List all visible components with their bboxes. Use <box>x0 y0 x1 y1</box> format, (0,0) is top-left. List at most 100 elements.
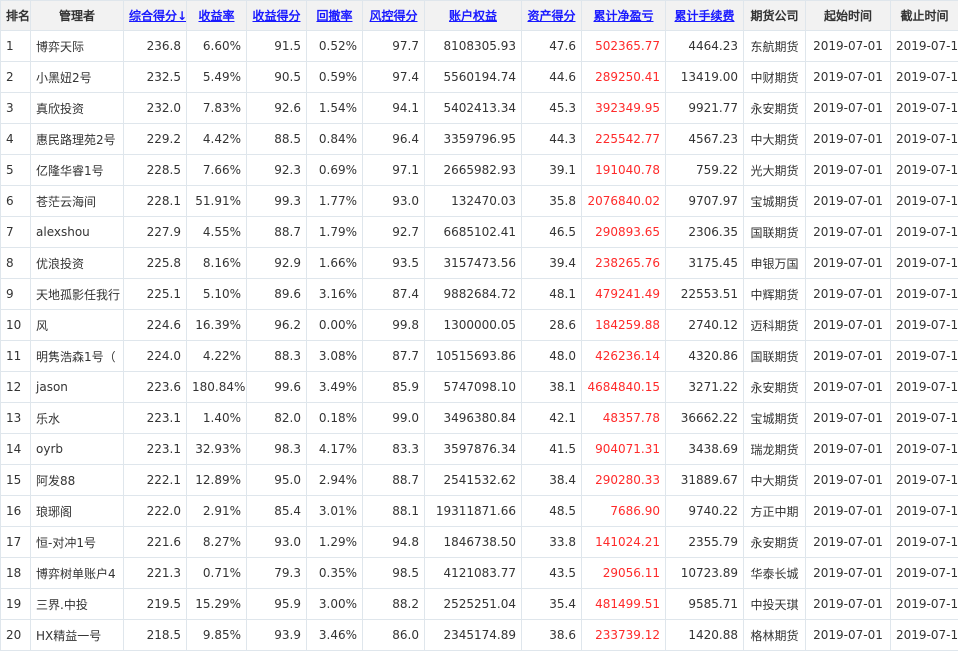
cell-asset-score: 48.5 <box>521 495 582 527</box>
column-header-total-score[interactable]: 综合得分↓ <box>123 0 187 31</box>
cell-asset-score: 42.1 <box>521 402 582 434</box>
cell-return-rate: 8.27% <box>186 526 247 558</box>
cell-total-score: 224.0 <box>123 340 187 372</box>
cell-rank: 10 <box>0 309 31 341</box>
column-header-net-pnl[interactable]: 累计净盈亏 <box>581 0 666 31</box>
cell-broker: 中财期货 <box>743 61 806 93</box>
cell-equity: 2541532.62 <box>424 464 522 496</box>
cell-manager: alexshou <box>30 216 124 248</box>
cell-drawdown: 0.84% <box>306 123 363 155</box>
cell-total-score: 227.9 <box>123 216 187 248</box>
cell-end: 2019-07-12 <box>890 278 958 310</box>
cell-total-score: 219.5 <box>123 588 187 620</box>
cell-drawdown: 1.79% <box>306 216 363 248</box>
cell-net-pnl: 426236.14 <box>581 340 666 372</box>
column-header-risk-score[interactable]: 风控得分 <box>362 0 425 31</box>
cell-fees: 2740.12 <box>665 309 744 341</box>
sort-link-net-pnl[interactable]: 累计净盈亏 <box>593 9 653 23</box>
cell-manager: 真欣投资 <box>30 92 124 124</box>
cell-manager: 三界.中投 <box>30 588 124 620</box>
cell-asset-score: 41.5 <box>521 433 582 465</box>
cell-fees: 4320.86 <box>665 340 744 372</box>
cell-equity: 3359796.95 <box>424 123 522 155</box>
cell-end: 2019-07-12 <box>890 92 958 124</box>
sort-link-return-score[interactable]: 收益得分 <box>252 9 300 23</box>
cell-end: 2019-07-12 <box>890 247 958 279</box>
cell-equity: 2525251.04 <box>424 588 522 620</box>
cell-rank: 19 <box>0 588 31 620</box>
cell-total-score: 229.2 <box>123 123 187 155</box>
cell-risk-score: 97.1 <box>362 154 425 186</box>
cell-equity: 1846738.50 <box>424 526 522 558</box>
cell-broker: 迈科期货 <box>743 309 806 341</box>
cell-asset-score: 35.4 <box>521 588 582 620</box>
cell-broker: 光大期货 <box>743 154 806 186</box>
cell-broker: 永安期货 <box>743 92 806 124</box>
sort-link-equity[interactable]: 账户权益 <box>449 9 497 23</box>
cell-total-score: 232.0 <box>123 92 187 124</box>
cell-start: 2019-07-01 <box>805 371 891 403</box>
sort-link-fees[interactable]: 累计手续费 <box>674 9 734 23</box>
cell-broker: 国联期货 <box>743 340 806 372</box>
cell-start: 2019-07-01 <box>805 216 891 248</box>
cell-equity: 5747098.10 <box>424 371 522 403</box>
cell-total-score: 228.1 <box>123 185 187 217</box>
cell-drawdown: 0.59% <box>306 61 363 93</box>
sort-link-total-score[interactable]: 综合得分↓ <box>129 9 186 23</box>
cell-end: 2019-07-12 <box>890 30 958 62</box>
sort-link-asset-score[interactable]: 资产得分 <box>527 9 575 23</box>
column-header-return-score[interactable]: 收益得分 <box>246 0 307 31</box>
cell-fees: 36662.22 <box>665 402 744 434</box>
cell-drawdown: 0.18% <box>306 402 363 434</box>
column-header-fees[interactable]: 累计手续费 <box>665 0 744 31</box>
cell-return-rate: 0.71% <box>186 557 247 589</box>
cell-rank: 16 <box>0 495 31 527</box>
cell-rank: 14 <box>0 433 31 465</box>
table-row: 2 小黑妞2号 232.5 5.49% 90.5 0.59% 97.4 5560194.74 4… <box>0 61 958 93</box>
cell-risk-score: 88.7 <box>362 464 425 496</box>
cell-net-pnl: 289250.41 <box>581 61 666 93</box>
cell-asset-score: 44.3 <box>521 123 582 155</box>
cell-start: 2019-07-01 <box>805 92 891 124</box>
cell-return-rate: 4.42% <box>186 123 247 155</box>
table-row: 17 恒-对冲1号 221.6 8.27% 93.0 1.29% 94.8 1846738.5… <box>0 526 958 558</box>
sort-link-risk-score[interactable]: 风控得分 <box>369 9 417 23</box>
cell-equity: 2665982.93 <box>424 154 522 186</box>
cell-broker: 宝城期货 <box>743 402 806 434</box>
cell-rank: 18 <box>0 557 31 589</box>
cell-broker: 宝城期货 <box>743 185 806 217</box>
cell-return-rate: 15.29% <box>186 588 247 620</box>
cell-risk-score: 99.8 <box>362 309 425 341</box>
cell-return-score: 82.0 <box>246 402 307 434</box>
cell-net-pnl: 184259.88 <box>581 309 666 341</box>
cell-return-rate: 1.40% <box>186 402 247 434</box>
cell-risk-score: 83.3 <box>362 433 425 465</box>
table-row: 3 真欣投资 232.0 7.83% 92.6 1.54% 94.1 5402413.34 45… <box>0 92 958 124</box>
cell-net-pnl: 233739.12 <box>581 619 666 651</box>
sort-link-return-rate[interactable]: 收益率 <box>198 9 234 23</box>
cell-risk-score: 88.2 <box>362 588 425 620</box>
column-header-asset-score[interactable]: 资产得分 <box>521 0 582 31</box>
cell-return-rate: 51.91% <box>186 185 247 217</box>
column-header-return-rate[interactable]: 收益率 <box>186 0 247 31</box>
cell-risk-score: 97.4 <box>362 61 425 93</box>
sort-link-drawdown[interactable]: 回撤率 <box>316 9 352 23</box>
cell-return-score: 88.3 <box>246 340 307 372</box>
cell-total-score: 232.5 <box>123 61 187 93</box>
cell-start: 2019-07-01 <box>805 61 891 93</box>
cell-equity: 8108305.93 <box>424 30 522 62</box>
cell-manager: 优浪投资 <box>30 247 124 279</box>
cell-net-pnl: 4684840.15 <box>581 371 666 403</box>
cell-fees: 759.22 <box>665 154 744 186</box>
cell-return-score: 88.5 <box>246 123 307 155</box>
cell-manager: 恒-对冲1号 <box>30 526 124 558</box>
cell-return-rate: 32.93% <box>186 433 247 465</box>
cell-start: 2019-07-01 <box>805 185 891 217</box>
cell-equity: 9882684.72 <box>424 278 522 310</box>
column-header-equity[interactable]: 账户权益 <box>424 0 522 31</box>
cell-return-score: 85.4 <box>246 495 307 527</box>
column-header-drawdown[interactable]: 回撤率 <box>306 0 363 31</box>
cell-return-score: 79.3 <box>246 557 307 589</box>
cell-drawdown: 4.17% <box>306 433 363 465</box>
cell-rank: 15 <box>0 464 31 496</box>
